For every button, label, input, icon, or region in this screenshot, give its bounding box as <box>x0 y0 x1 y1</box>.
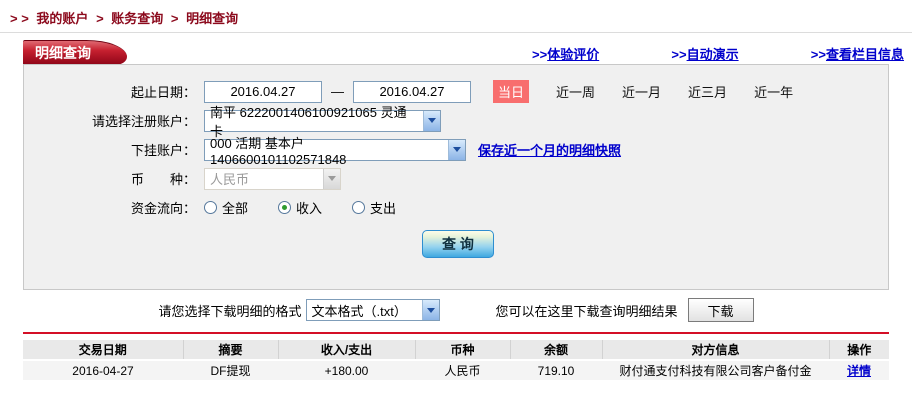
date-range-label: 起止日期： <box>130 85 196 100</box>
results-table: 交易日期 摘要 收入/支出 币种 余额 对方信息 操作 2016-04-27 D… <box>23 340 889 380</box>
date-separator: — <box>331 84 344 99</box>
chevron-down-icon <box>448 139 465 160</box>
header-trade-date: 交易日期 <box>23 340 184 361</box>
flow-radio-all-label[interactable]: 全部 <box>222 198 248 217</box>
cell-amount: +180.00 <box>278 360 415 380</box>
quick-range-year[interactable]: 近一年 <box>754 82 793 101</box>
currency-select: 人民币 <box>204 167 341 190</box>
query-button[interactable]: 查 询 <box>422 230 494 258</box>
save-snapshot-link[interactable]: 保存近一个月的明细快照 <box>478 140 621 159</box>
cell-currency: 人民币 <box>415 360 510 380</box>
breadcrumb-prefix: > > <box>10 11 29 26</box>
date-range-row: 起止日期： — 当日 近一周 近一月 近三月 近一年 <box>24 77 888 106</box>
header-currency: 币种 <box>415 340 511 361</box>
quick-range-month[interactable]: 近一月 <box>622 82 661 101</box>
detail-query-page: > > 我的账户 > 账务查询 > 明细查询 明细查询 >>体验评价 >>自动演… <box>0 0 912 402</box>
breadcrumb-item-account-query[interactable]: 账务查询 <box>111 11 163 26</box>
page-title-tab: 明细查询 <box>23 40 127 65</box>
header-balance: 余额 <box>510 340 603 361</box>
registered-account-row: 请选择注册账户： 南平 6222001406100921065 灵通卡 <box>24 105 888 139</box>
cell-action: 详情 <box>829 360 889 380</box>
chevron-down-icon <box>421 300 439 320</box>
breadcrumb-divider <box>0 32 912 33</box>
experience-rating-link[interactable]: >>体验评价 <box>532 44 599 63</box>
breadcrumb-separator: > <box>170 11 179 26</box>
cell-summary: DF提现 <box>183 360 278 380</box>
table-top-divider <box>23 332 889 334</box>
download-format-value: 文本格式（.txt） <box>311 303 407 319</box>
fund-flow-label: 资金流向： <box>130 201 196 216</box>
flow-radio-all[interactable] <box>204 201 217 214</box>
breadcrumb-item-detail-query[interactable]: 明细查询 <box>186 11 238 26</box>
query-form-panel: 起止日期： — 当日 近一周 近一月 近三月 近一年 请选择注册账户： 南平 6… <box>23 64 889 290</box>
currency-row: 币 种： 人民币 <box>24 164 888 193</box>
header-links: >>体验评价 >>自动演示 >>查看栏目信息 <box>532 44 904 63</box>
download-row: 请您选择下载明细的格式 文本格式（.txt） 您可以在这里下载查询明细结果 下载 <box>0 298 912 322</box>
link-label: 查看栏目信息 <box>825 47 904 62</box>
currency-label: 币 种： <box>130 172 196 187</box>
header-counterparty: 对方信息 <box>602 340 830 361</box>
link-prefix: >> <box>810 47 826 62</box>
registered-account-label: 请选择注册账户： <box>91 114 196 129</box>
auto-demo-link[interactable]: >>自动演示 <box>671 44 738 63</box>
detail-link[interactable]: 详情 <box>847 364 871 378</box>
flow-radio-expense-label[interactable]: 支出 <box>370 198 396 217</box>
flow-radio-expense[interactable] <box>352 201 366 214</box>
breadcrumb-item-my-account[interactable]: 我的账户 <box>36 11 88 26</box>
sub-account-row: 下挂账户： 000 活期 基本户 1406600101102571848 保存近… <box>24 135 888 167</box>
cell-counterparty: 财付通支付科技有限公司客户备付金 <box>602 360 829 380</box>
sub-account-label: 下挂账户： <box>130 143 196 158</box>
download-hint: 您可以在这里下载查询明细结果 <box>495 303 678 319</box>
flow-radio-income-label[interactable]: 收入 <box>296 198 322 217</box>
today-badge[interactable]: 当日 <box>493 80 530 103</box>
chevron-down-icon <box>323 168 340 189</box>
sub-account-select[interactable]: 000 活期 基本户 1406600101102571848 <box>204 136 466 167</box>
start-date-input[interactable] <box>204 80 322 103</box>
download-format-select[interactable]: 文本格式（.txt） <box>305 299 440 321</box>
breadcrumb: > > 我的账户 > 账务查询 > 明细查询 <box>10 8 242 27</box>
cell-trade-date: 2016-04-27 <box>23 360 183 380</box>
chevron-down-icon <box>423 110 440 131</box>
table-header-row: 交易日期 摘要 收入/支出 币种 余额 对方信息 操作 <box>23 340 889 361</box>
registered-account-select[interactable]: 南平 6222001406100921065 灵通卡 <box>204 105 441 139</box>
link-prefix: >> <box>671 47 687 62</box>
sub-account-value: 000 活期 基本户 1406600101102571848 <box>210 135 347 167</box>
table-row: 2016-04-27 DF提现 +180.00 人民币 719.10 财付通支付… <box>23 360 889 380</box>
flow-radio-income[interactable] <box>278 201 292 214</box>
quick-range-week[interactable]: 近一周 <box>556 82 595 101</box>
cell-balance: 719.10 <box>510 360 602 380</box>
download-button[interactable]: 下载 <box>687 298 754 322</box>
fund-flow-row: 资金流向： 全部 收入 支出 <box>24 193 888 222</box>
end-date-input[interactable] <box>353 80 471 103</box>
currency-value: 人民币 <box>210 172 250 187</box>
link-label: 体验评价 <box>547 47 600 62</box>
link-prefix: >> <box>532 47 548 62</box>
header-amount: 收入/支出 <box>278 340 416 361</box>
header-summary: 摘要 <box>183 340 279 361</box>
download-format-label: 请您选择下载明细的格式 <box>158 303 302 319</box>
header-action: 操作 <box>829 340 889 361</box>
quick-range-quarter[interactable]: 近三月 <box>688 82 727 101</box>
breadcrumb-separator: > <box>96 11 104 26</box>
view-column-info-link[interactable]: >>查看栏目信息 <box>811 44 904 63</box>
link-label: 自动演示 <box>686 47 739 62</box>
